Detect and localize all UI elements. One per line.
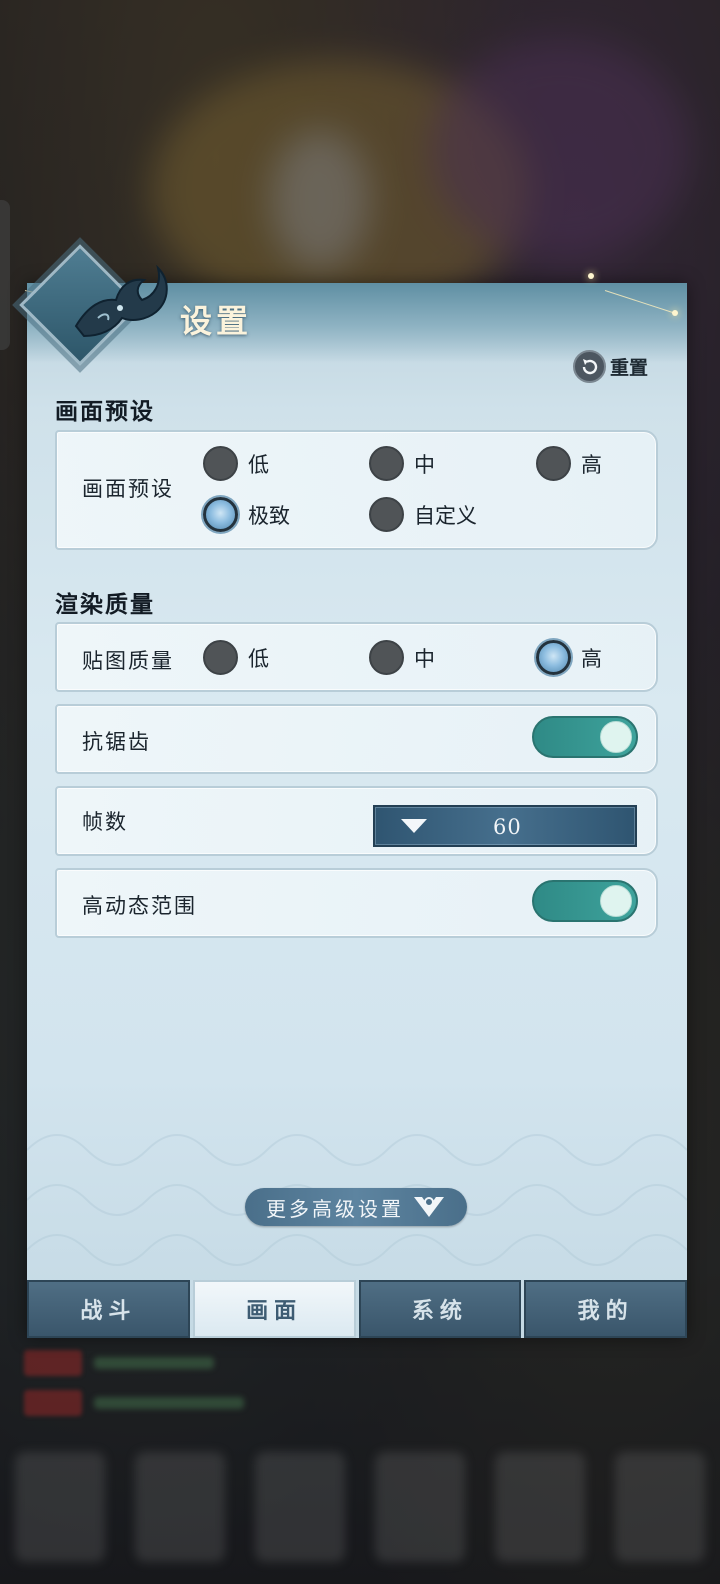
tab-label: 战斗 (80, 1298, 137, 1324)
radio-label: 中 (414, 646, 435, 671)
advanced-settings-button[interactable]: 更多高级设置 (245, 1188, 467, 1226)
texture-option-high[interactable]: 高 (536, 640, 602, 675)
reset-label: 重置 (610, 357, 649, 379)
texture-quality-label: 贴图质量 (82, 649, 174, 673)
texture-option-low[interactable]: 低 (203, 640, 269, 675)
radio-label: 低 (248, 646, 269, 671)
radio-indicator (369, 446, 404, 481)
preset-option-ultra[interactable]: 极致 (203, 497, 290, 532)
hdr-toggle[interactable] (532, 880, 638, 922)
preset-option-high[interactable]: 高 (536, 446, 602, 481)
radio-indicator (369, 640, 404, 675)
tab-label: 画面 (246, 1298, 303, 1324)
edge-handle[interactable] (0, 200, 10, 350)
texture-option-medium[interactable]: 中 (369, 640, 435, 675)
radio-indicator (203, 640, 238, 675)
radio-indicator (369, 497, 404, 532)
hud-tag (24, 1390, 82, 1416)
hud-nav-button (15, 1452, 105, 1562)
tab-label: 我的 (577, 1298, 634, 1324)
hud-nav-button (375, 1452, 465, 1562)
toggle-knob (600, 885, 632, 917)
tab-combat[interactable]: 战斗 (27, 1280, 190, 1338)
hud-nav-button (135, 1452, 225, 1562)
hud-nav-button (615, 1452, 705, 1562)
preset-option-custom[interactable]: 自定义 (369, 497, 477, 532)
radio-indicator (203, 446, 238, 481)
tab-mine[interactable]: 我的 (524, 1280, 687, 1338)
antialias-toggle[interactable] (532, 716, 638, 758)
hud-text (94, 1357, 214, 1369)
hud-bottom-nav (0, 1430, 720, 1584)
tab-label: 系统 (411, 1298, 468, 1324)
preset-option-low[interactable]: 低 (203, 446, 269, 481)
expand-chevron-icon (414, 1197, 444, 1217)
hud-text (94, 1397, 244, 1409)
radio-label: 高 (581, 646, 602, 671)
hdr-label: 高动态范围 (82, 894, 197, 918)
fps-dropdown[interactable]: 60 (373, 805, 637, 847)
section-title-preset: 画面预设 (55, 398, 155, 425)
section-title-render: 渲染质量 (55, 591, 155, 618)
hud-row (24, 1390, 244, 1416)
fps-value: 60 (493, 815, 522, 839)
reset-icon (573, 350, 606, 383)
constellation-star (588, 273, 594, 279)
reset-button[interactable]: 重置 (573, 350, 648, 383)
hud-nav-button (255, 1452, 345, 1562)
radio-indicator (536, 446, 571, 481)
tab-graphics[interactable]: 画面 (192, 1280, 356, 1338)
radio-label: 中 (414, 452, 435, 477)
radio-label: 低 (248, 452, 269, 477)
preset-option-medium[interactable]: 中 (369, 446, 435, 481)
toggle-knob (600, 721, 632, 753)
radio-label: 极致 (248, 503, 290, 528)
advanced-settings-label: 更多高级设置 (266, 1196, 404, 1221)
hud-nav-button (495, 1452, 585, 1562)
tab-system[interactable]: 系统 (358, 1280, 522, 1338)
hud-tag (24, 1350, 82, 1376)
settings-tabs: 战斗 画面 系统 我的 (27, 1280, 687, 1338)
fps-label: 帧数 (82, 810, 128, 834)
panel-title: 设置 (180, 302, 253, 340)
dropdown-arrow-icon (401, 819, 427, 833)
radio-indicator-selected (203, 497, 238, 532)
constellation-star (672, 310, 678, 316)
antialias-label: 抗锯齿 (82, 730, 151, 754)
fox-spirit-icon (74, 264, 168, 338)
radio-label: 自定义 (414, 503, 477, 528)
radio-indicator-selected (536, 640, 571, 675)
hud-row (24, 1350, 214, 1376)
preset-row-label: 画面预设 (82, 477, 174, 501)
radio-label: 高 (581, 452, 602, 477)
cloud-pattern-decoration (27, 1134, 687, 1266)
